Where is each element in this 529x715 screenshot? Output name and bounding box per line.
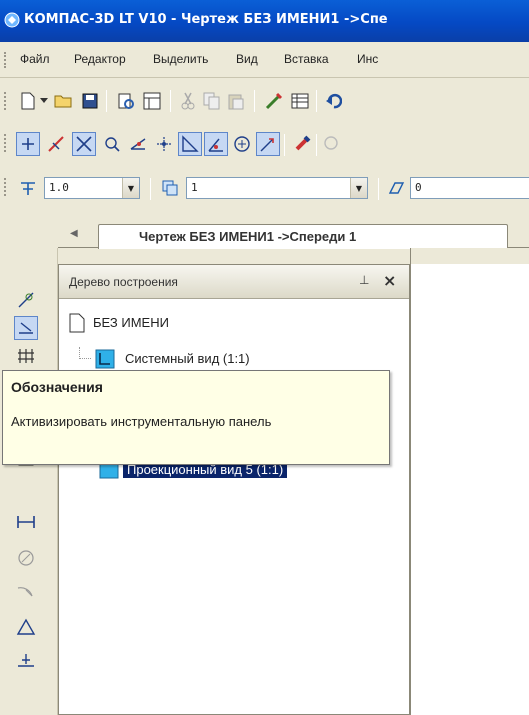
scale-value: 1.0 bbox=[49, 181, 69, 194]
dropdown-icon[interactable] bbox=[38, 89, 50, 113]
document-tab-label: Чертеж БЕЗ ИМЕНИ1 ->Спереди 1 bbox=[139, 229, 357, 244]
tree-panel-title: Дерево построения bbox=[69, 275, 178, 289]
toolbar-separator bbox=[378, 178, 379, 200]
tree-item-system-view[interactable]: Системный вид (1:1) bbox=[79, 347, 399, 371]
corner-2-icon[interactable] bbox=[204, 132, 228, 156]
designations-icon[interactable] bbox=[14, 344, 38, 368]
paste-icon[interactable] bbox=[224, 89, 248, 113]
geometry-icon[interactable] bbox=[14, 288, 38, 312]
close-icon[interactable]: × bbox=[383, 271, 396, 290]
snap-toolbar bbox=[0, 126, 529, 162]
window-title: КОМПАС-3D LT V10 - Чертеж БЕЗ ИМЕНИ1 ->С… bbox=[24, 12, 388, 27]
corner-icon[interactable] bbox=[178, 132, 202, 156]
chevron-down-icon[interactable]: ▼ bbox=[350, 178, 367, 198]
toolbar-separator bbox=[106, 90, 107, 112]
new-document-icon[interactable] bbox=[16, 89, 40, 113]
table-icon[interactable] bbox=[288, 89, 312, 113]
radial-dim-icon[interactable] bbox=[14, 580, 38, 604]
properties-icon[interactable] bbox=[262, 89, 286, 113]
layout-icon[interactable] bbox=[140, 89, 164, 113]
base-icon[interactable] bbox=[14, 648, 38, 672]
style-icon[interactable] bbox=[384, 176, 408, 200]
circle-snap-icon[interactable] bbox=[230, 132, 254, 156]
layers-icon[interactable] bbox=[158, 176, 182, 200]
tree-line bbox=[79, 347, 91, 359]
tree-panel-header: Дерево построения ⊥ × bbox=[59, 265, 409, 299]
tooltip-title: Обозначения bbox=[11, 379, 103, 395]
menu-editor[interactable]: Редактор bbox=[74, 52, 126, 66]
tree-item-root[interactable]: БЕЗ ИМЕНИ bbox=[69, 311, 389, 335]
title-bar: КОМПАС-3D LT V10 - Чертеж БЕЗ ИМЕНИ1 ->С… bbox=[0, 0, 529, 42]
menu-insert[interactable]: Вставка bbox=[284, 52, 329, 66]
tree-item-label: БЕЗ ИМЕНИ bbox=[93, 315, 169, 330]
angular-dim-icon[interactable] bbox=[14, 546, 38, 570]
point-select-icon[interactable] bbox=[100, 132, 124, 156]
line-tool-icon[interactable] bbox=[44, 132, 68, 156]
tree-item-label: Системный вид (1:1) bbox=[125, 351, 250, 366]
menu-view[interactable]: Вид bbox=[236, 52, 258, 66]
print-preview-icon[interactable] bbox=[114, 89, 138, 113]
toolbar-grip bbox=[4, 134, 7, 152]
toolbar-separator bbox=[170, 90, 171, 112]
layer-value: 1 bbox=[191, 181, 198, 194]
undo-icon[interactable] bbox=[322, 89, 346, 113]
kompas-app-icon bbox=[4, 12, 20, 28]
menu-bar: Файл Редактор Выделить Вид Вставка Инс bbox=[0, 42, 529, 78]
ortho-icon[interactable] bbox=[152, 132, 176, 156]
compact-toolbar bbox=[0, 248, 58, 715]
pin-icon[interactable]: ⊥ bbox=[359, 273, 369, 287]
cross-select-icon[interactable] bbox=[72, 132, 96, 156]
toolbar-separator bbox=[316, 134, 317, 156]
toolbar-grip bbox=[4, 178, 7, 196]
document-tab-strip: ◀ Чертеж БЕЗ ИМЕНИ1 ->Спереди 1 bbox=[58, 220, 529, 249]
menu-grip bbox=[4, 52, 7, 68]
zoom-icon[interactable] bbox=[320, 132, 344, 156]
triangle-icon[interactable] bbox=[14, 614, 38, 638]
drawing-canvas[interactable] bbox=[410, 248, 529, 715]
document-icon bbox=[69, 313, 85, 333]
tooltip: Обозначения Активизировать инструменталь… bbox=[2, 370, 390, 465]
toolbar-grip bbox=[4, 92, 7, 110]
menu-file[interactable]: Файл bbox=[20, 52, 50, 66]
view-icon bbox=[95, 349, 115, 369]
toolbar-separator bbox=[254, 90, 255, 112]
params-toolbar: 1.0 ▼ 1 ▼ 0 bbox=[0, 170, 529, 206]
dimensions-icon[interactable] bbox=[14, 316, 38, 340]
magnet-icon[interactable] bbox=[290, 132, 314, 156]
copy-icon[interactable] bbox=[200, 89, 224, 113]
angle-icon[interactable] bbox=[126, 132, 150, 156]
toolbar-separator bbox=[150, 178, 151, 200]
scale-combo[interactable]: 1.0 ▼ bbox=[44, 177, 140, 199]
menu-select[interactable]: Выделить bbox=[153, 52, 208, 66]
chevron-down-icon[interactable]: ▼ bbox=[122, 178, 139, 198]
canvas-top-gap bbox=[411, 248, 529, 264]
open-folder-icon[interactable] bbox=[52, 89, 76, 113]
toolbar-separator bbox=[284, 134, 285, 156]
layer-combo[interactable]: 1 ▼ bbox=[186, 177, 368, 199]
linear-dim-icon[interactable] bbox=[14, 510, 38, 534]
tab-scroll-left-icon[interactable]: ◀ bbox=[70, 228, 78, 239]
style-combo[interactable]: 0 bbox=[410, 177, 529, 199]
toolbar-separator bbox=[316, 90, 317, 112]
arrow-snap-icon[interactable] bbox=[256, 132, 280, 156]
standard-toolbar bbox=[0, 84, 529, 118]
style-value: 0 bbox=[415, 181, 422, 194]
menu-tools[interactable]: Инс bbox=[357, 52, 378, 66]
scale-icon bbox=[16, 176, 40, 200]
tree-panel: Дерево построения ⊥ × БЕЗ ИМЕНИ Системны… bbox=[58, 264, 410, 715]
tab-document[interactable]: Чертеж БЕЗ ИМЕНИ1 ->Спереди 1 bbox=[98, 224, 508, 249]
save-icon[interactable] bbox=[78, 89, 102, 113]
tooltip-body: Активизировать инструментальную панель bbox=[11, 414, 272, 429]
cut-icon[interactable] bbox=[176, 89, 200, 113]
snap-grid-icon[interactable] bbox=[16, 132, 40, 156]
